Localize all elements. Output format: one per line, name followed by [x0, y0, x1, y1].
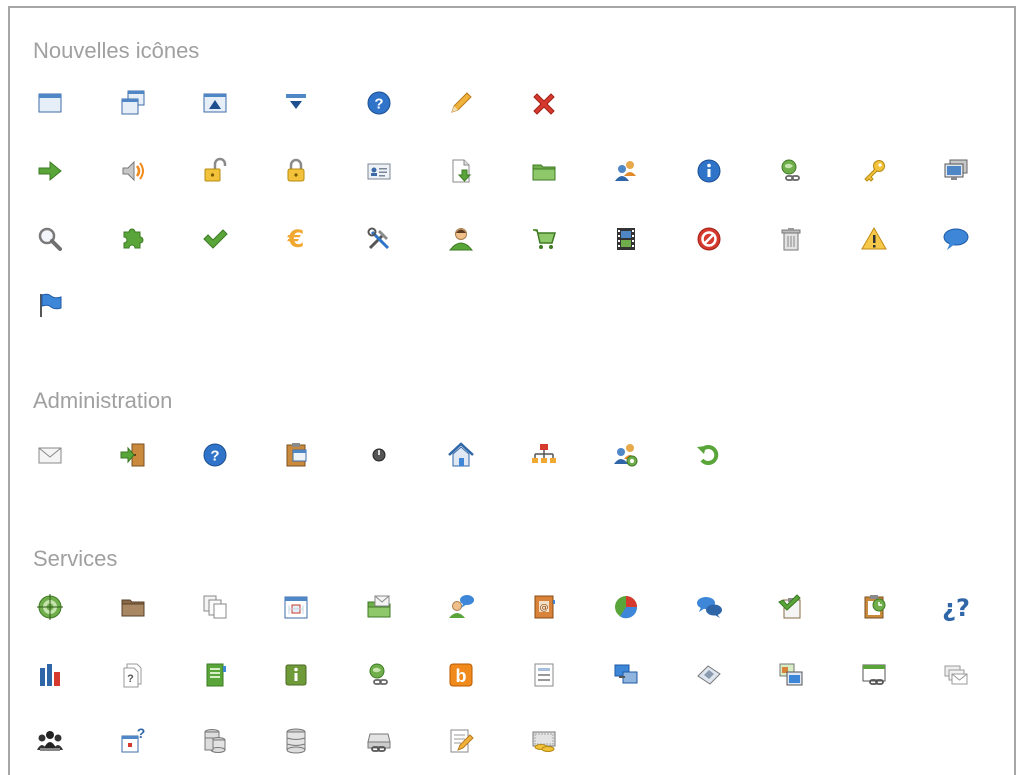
- cart-icon[interactable]: [527, 222, 561, 256]
- speaker-icon[interactable]: [116, 154, 150, 188]
- question-mark-icon[interactable]: ¿?: [939, 590, 973, 624]
- key-icon[interactable]: [857, 154, 891, 188]
- speech-bubble-icon[interactable]: [939, 222, 973, 256]
- group-settings-icon[interactable]: [609, 438, 643, 472]
- trash-icon[interactable]: [774, 222, 808, 256]
- info-box-icon[interactable]: [279, 658, 313, 692]
- blog-icon[interactable]: b: [444, 658, 478, 692]
- refresh-icon[interactable]: [692, 438, 726, 472]
- book-icon[interactable]: [198, 658, 232, 692]
- folder-mail-icon[interactable]: [362, 590, 396, 624]
- ticket-icon[interactable]: [692, 658, 726, 692]
- mail-stack-icon[interactable]: [939, 658, 973, 692]
- org-chart-icon[interactable]: [527, 438, 561, 472]
- svg-text:?: ?: [137, 726, 146, 741]
- svg-text:@: @: [540, 603, 549, 613]
- svg-text:€: €: [287, 225, 305, 253]
- network-link-icon[interactable]: [362, 658, 396, 692]
- folder-icon[interactable]: [527, 154, 561, 188]
- edit-note-icon[interactable]: [444, 724, 478, 758]
- bar-chart-icon[interactable]: [33, 658, 67, 692]
- monitor-icon[interactable]: [939, 154, 973, 188]
- exit-door-icon[interactable]: [116, 438, 150, 472]
- section-title-nouvelles-icones: Nouvelles icônes: [33, 38, 200, 63]
- euro-icon[interactable]: €: [279, 222, 313, 256]
- clipboard-check-icon[interactable]: [774, 590, 808, 624]
- clipboard-icon[interactable]: [279, 438, 313, 472]
- document-help-icon[interactable]: ?: [116, 658, 150, 692]
- svg-text:b: b: [456, 666, 467, 686]
- power-icon[interactable]: [362, 438, 396, 472]
- puzzle-icon[interactable]: [116, 222, 150, 256]
- pie-chart-icon[interactable]: [609, 590, 643, 624]
- network-link-icon[interactable]: [774, 154, 808, 188]
- pencil-icon[interactable]: [444, 86, 478, 120]
- chat-bubbles-icon[interactable]: [692, 590, 726, 624]
- images-icon[interactable]: [774, 658, 808, 692]
- window-link-icon[interactable]: [857, 658, 891, 692]
- users-icon[interactable]: [609, 154, 643, 188]
- svg-text:?: ?: [374, 96, 383, 113]
- svg-text:?: ?: [210, 448, 219, 465]
- home-icon[interactable]: [444, 438, 478, 472]
- film-icon[interactable]: [609, 222, 643, 256]
- svg-text:?: ?: [127, 673, 134, 685]
- section-title-services: Services: [33, 546, 118, 571]
- forbidden-icon[interactable]: [692, 222, 726, 256]
- database-stack-icon[interactable]: [198, 724, 232, 758]
- info-icon[interactable]: [692, 154, 726, 188]
- user-chat-icon[interactable]: [444, 590, 478, 624]
- drive-link-icon[interactable]: [362, 724, 396, 758]
- check-icon[interactable]: [198, 222, 232, 256]
- mail-icon[interactable]: [33, 438, 67, 472]
- copy-icon[interactable]: [198, 590, 232, 624]
- document-download-icon[interactable]: [444, 154, 478, 188]
- calendar-icon[interactable]: [279, 590, 313, 624]
- id-card-icon[interactable]: [362, 154, 396, 188]
- screens-icon[interactable]: [609, 658, 643, 692]
- window-stack-icon[interactable]: [116, 86, 150, 120]
- tools-icon[interactable]: [362, 222, 396, 256]
- lock-icon[interactable]: [279, 154, 313, 188]
- section-title-administration: Administration: [33, 388, 173, 413]
- user-icon[interactable]: [444, 222, 478, 256]
- search-icon[interactable]: [33, 222, 67, 256]
- meeting-icon[interactable]: [33, 724, 67, 758]
- database-icon[interactable]: [279, 724, 313, 758]
- target-icon[interactable]: [33, 590, 67, 624]
- warning-icon[interactable]: [857, 222, 891, 256]
- clipboard-clock-icon[interactable]: [857, 590, 891, 624]
- arrow-right-icon[interactable]: [33, 154, 67, 188]
- flag-icon[interactable]: [33, 288, 67, 322]
- address-book-icon[interactable]: @: [527, 590, 561, 624]
- form-icon[interactable]: [527, 658, 561, 692]
- window-up-icon[interactable]: [198, 86, 232, 120]
- window-icon[interactable]: [33, 86, 67, 120]
- svg-text:¿?: ¿?: [942, 594, 970, 622]
- unlock-icon[interactable]: [198, 154, 232, 188]
- money-icon[interactable]: [527, 724, 561, 758]
- dropdown-icon[interactable]: [279, 86, 313, 120]
- help-icon[interactable]: ?: [198, 438, 232, 472]
- folder-brown-icon[interactable]: [116, 590, 150, 624]
- help-icon[interactable]: ?: [362, 86, 396, 120]
- delete-icon[interactable]: [527, 86, 561, 120]
- window-help-icon[interactable]: ?: [116, 724, 150, 758]
